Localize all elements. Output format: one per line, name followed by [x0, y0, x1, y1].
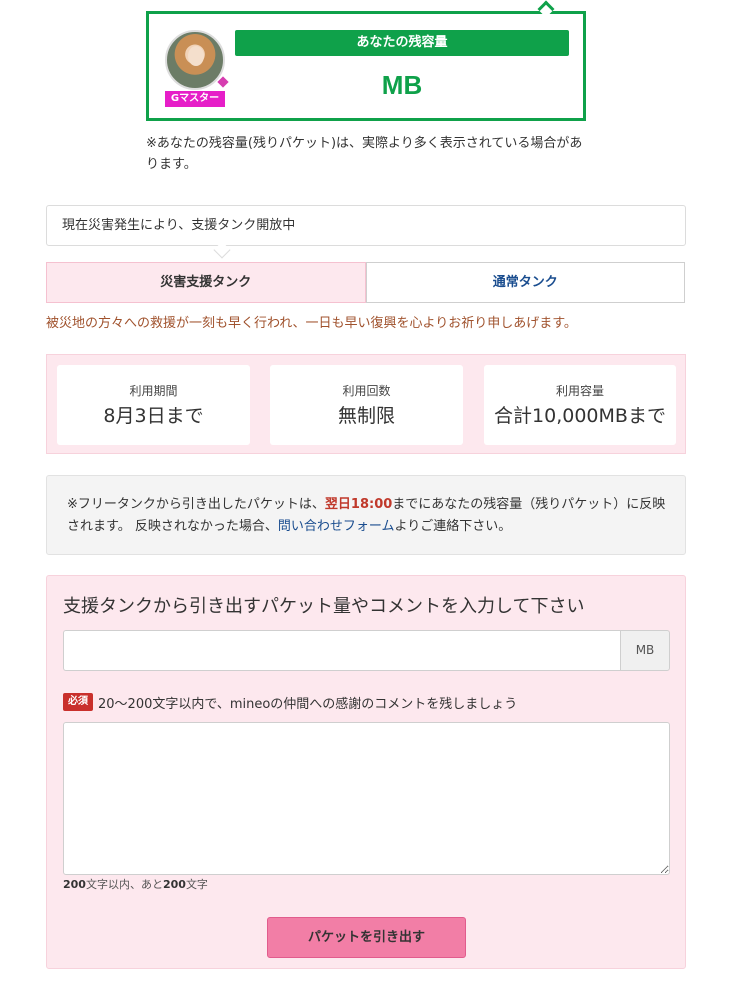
user-avatar[interactable]	[165, 30, 225, 90]
reflect-note: ※フリータンクから引き出したパケットは、翌日18:00までにあなたの残容量（残り…	[46, 475, 686, 555]
char-count-text: 文字以内、あと	[85, 878, 163, 891]
required-row: 必須 20〜200文字以内で、mineoの仲間への感謝のコメントを残しましょう	[63, 692, 517, 712]
form-title: 支援タンクから引き出すパケット量やコメントを入力して下さい	[63, 596, 585, 617]
withdraw-packet-button[interactable]: パケットを引き出す	[267, 917, 466, 958]
reflect-text: よりご連絡下さい。	[394, 519, 512, 534]
info-label: 利用期間	[129, 384, 178, 398]
unit-addon: MB	[620, 630, 670, 671]
info-value: 8月3日まで	[103, 405, 204, 427]
tab-disaster-support-tank[interactable]: 災害支援タンク	[46, 262, 366, 303]
withdraw-form: 支援タンクから引き出すパケット量やコメントを入力して下さい MB 必須 20〜2…	[46, 575, 686, 969]
info-label: 利用容量	[555, 384, 604, 398]
rank-badge: Gマスター	[165, 91, 225, 107]
char-limit: 200	[63, 878, 86, 891]
reflect-text: ※フリータンクから引き出したパケットは、	[67, 497, 325, 512]
required-badge: 必須	[63, 693, 93, 711]
info-label: 利用回数	[342, 384, 391, 398]
capacity-value-row: MB	[235, 70, 569, 101]
tab-normal-tank[interactable]: 通常タンク	[365, 262, 685, 303]
remaining-capacity-card: Gマスター あなたの残容量 MB	[146, 11, 586, 121]
char-remaining: 200	[162, 878, 186, 891]
tank-tabs: 災害支援タンク 通常タンク	[46, 262, 685, 303]
prayer-message: 被災地の方々への救援が一刻も早く行われ、一日も早い復興を心よりお祈り申しあげます…	[46, 316, 577, 331]
comment-textarea[interactable]	[63, 722, 670, 875]
required-text: 20〜200文字以内で、mineoの仲間への感謝のコメントを残しましょう	[98, 696, 518, 712]
capacity-note: ※あなたの残容量(残りパケット)は、実際より多く表示されている場合があります。	[146, 136, 583, 172]
info-box-count: 利用回数 無制限	[270, 365, 463, 445]
info-box-capacity: 利用容量 合計10,000MBまで	[484, 365, 676, 445]
reflect-time: 翌日18:00	[324, 497, 393, 512]
contact-form-link[interactable]: 問い合わせフォーム	[278, 519, 395, 534]
info-box-period: 利用期間 8月3日まで	[57, 365, 250, 445]
packet-amount-input[interactable]	[63, 630, 620, 671]
char-count: 200文字以内、あと200文字	[63, 878, 208, 892]
capacity-header: あなたの残容量	[235, 30, 569, 56]
usage-info-panel: 利用期間 8月3日まで 利用回数 無制限 利用容量 合計10,000MBまで	[46, 354, 686, 454]
info-value: 合計10,000MBまで	[494, 405, 666, 427]
disaster-notice: 現在災害発生により、支援タンク開放中	[46, 205, 686, 246]
capacity-unit: MB	[381, 70, 423, 100]
info-value: 無制限	[337, 405, 395, 427]
char-count-suffix: 文字	[185, 878, 208, 891]
heart-icon	[217, 76, 229, 88]
avatar-face	[188, 46, 204, 66]
